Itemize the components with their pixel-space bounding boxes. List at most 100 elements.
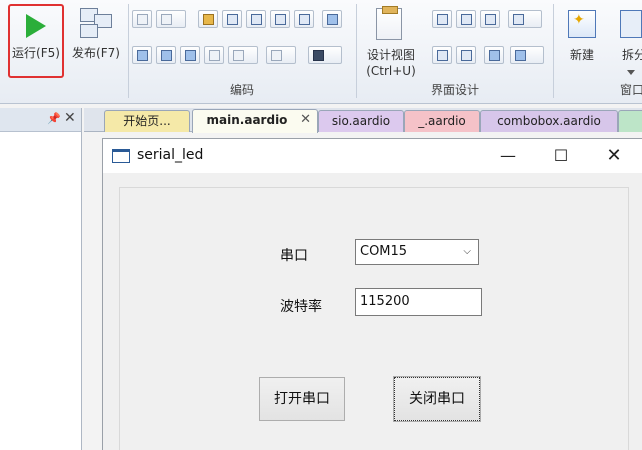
form-client-area: 串口 COM15 ⌵ 波特率 115200 打开串口 关闭串口	[119, 187, 629, 450]
port-combobox[interactable]: COM15 ⌵	[355, 239, 479, 265]
close-icon[interactable]: ✕	[64, 110, 76, 126]
window-group-label: 窗口	[620, 83, 642, 97]
tab-main-aardio[interactable]: main.aardio ✕	[192, 109, 318, 133]
outdent-button[interactable]	[270, 10, 290, 28]
undo-button[interactable]	[228, 46, 258, 64]
undo-icon	[233, 50, 244, 61]
delete-button[interactable]	[204, 46, 224, 64]
edit-group-label: 编码	[229, 83, 254, 97]
close-port-button[interactable]: 关闭串口	[393, 376, 481, 422]
open-port-button[interactable]: 打开串口	[259, 377, 345, 421]
port-label: 串口	[280, 248, 308, 264]
same-size-icon	[485, 14, 496, 25]
port-combobox-value: COM15	[360, 244, 408, 259]
tab-underscore-aardio[interactable]: _.aardio	[404, 110, 480, 132]
tab-close-icon[interactable]: ✕	[300, 110, 311, 130]
select-all-icon	[227, 14, 238, 25]
align-center-button[interactable]	[456, 10, 476, 28]
anchor-menu-button[interactable]	[510, 46, 544, 64]
close-button[interactable]: ✕	[597, 145, 631, 167]
jump-back-icon	[185, 50, 196, 61]
format-icon	[299, 14, 310, 25]
run-button-label: 运行(F5)	[12, 46, 60, 60]
jump-back-button[interactable]	[180, 46, 200, 64]
pin-anchor-icon	[515, 50, 526, 61]
rect-button[interactable]	[132, 46, 152, 64]
arrange-icon	[513, 14, 524, 25]
left-side-pane: 📌 ✕	[0, 108, 82, 450]
tab-label: sio.aardio	[331, 114, 391, 128]
group-separator	[356, 4, 357, 98]
align-left-button[interactable]	[432, 10, 452, 28]
design-view-icon	[376, 6, 402, 40]
delete-icon	[209, 50, 220, 61]
ui-design-group-label: 界面设计	[430, 83, 479, 97]
document-tab-strip: 开始页... main.aardio ✕ sio.aardio _.aardio…	[84, 108, 642, 133]
grid-button[interactable]	[456, 46, 476, 64]
new-window-button[interactable]: ✦ 新建	[558, 4, 606, 78]
window-icon	[112, 149, 130, 163]
ribbon-toolbar: 运行(F5) 发布(F7) 编码 设计视图 (Ctrl+U) 界面设计 ✦ 新建…	[0, 0, 642, 104]
tab-combobox-aardio[interactable]: combobox.aardio	[480, 110, 618, 132]
cut-button[interactable]	[132, 10, 152, 28]
chevron-down-icon	[627, 70, 635, 75]
tab-start-page[interactable]: 开始页...	[104, 110, 190, 132]
grid-icon	[461, 50, 472, 61]
publish-icon-layer-2	[80, 24, 98, 38]
form-designer-window: serial_led — ☐ ✕ 串口 COM15 ⌵ 波特率 115200 打…	[102, 138, 642, 450]
arrange-button[interactable]	[508, 10, 542, 28]
select-all-button[interactable]	[222, 10, 242, 28]
design-view-button[interactable]: 设计视图 (Ctrl+U)	[360, 4, 422, 78]
cut-icon	[137, 14, 148, 25]
format-button[interactable]	[294, 10, 314, 28]
indent-icon	[251, 14, 262, 25]
design-view-label: 设计视图	[366, 48, 415, 62]
new-window-label: 新建	[569, 48, 594, 62]
play-icon	[26, 14, 46, 38]
comment-icon	[327, 14, 338, 25]
redo-button[interactable]	[266, 46, 296, 64]
outdent-icon	[275, 14, 286, 25]
window-titlebar[interactable]: serial_led — ☐ ✕	[103, 139, 642, 173]
frame-icon	[437, 50, 448, 61]
same-size-button[interactable]	[480, 10, 500, 28]
baud-rate-input[interactable]: 115200	[355, 288, 482, 316]
binoculars-icon	[313, 50, 324, 61]
copy-button[interactable]	[156, 10, 186, 28]
publish-button[interactable]: 发布(F7)	[68, 4, 124, 78]
copy-icon	[161, 14, 172, 25]
publish-button-label: 发布(F7)	[72, 46, 120, 60]
tab-label: main.aardio	[206, 113, 288, 127]
split-icon	[620, 10, 642, 38]
group-separator	[553, 4, 554, 98]
comment-button[interactable]	[322, 10, 342, 28]
align-center-icon	[461, 14, 472, 25]
tab-label: _.aardio	[418, 114, 466, 128]
pin-icon[interactable]: 📌	[47, 112, 61, 125]
frame-button[interactable]	[432, 46, 452, 64]
paste-button[interactable]	[198, 10, 218, 28]
find-button[interactable]	[308, 46, 342, 64]
baud-rate-label: 波特率	[280, 299, 322, 315]
split-button[interactable]: 拆分	[612, 4, 642, 78]
pin-anchor-icon	[489, 50, 500, 61]
rect-icon	[137, 50, 148, 61]
redo-icon	[271, 50, 282, 61]
chevron-down-icon[interactable]: ⌵	[463, 240, 471, 264]
group-separator	[128, 4, 129, 98]
new-window-icon: ✦	[568, 10, 596, 38]
redo-jump-button[interactable]	[156, 46, 176, 64]
tab-next[interactable]	[618, 110, 642, 132]
run-button[interactable]: 运行(F5)	[8, 4, 64, 78]
window-title: serial_led	[137, 147, 204, 163]
paste-icon	[203, 14, 214, 25]
anchor-button[interactable]	[484, 46, 504, 64]
tab-sio-aardio[interactable]: sio.aardio	[318, 110, 404, 132]
minimize-button[interactable]: —	[491, 145, 525, 167]
design-view-shortcut: (Ctrl+U)	[366, 64, 416, 78]
maximize-button[interactable]: ☐	[544, 145, 578, 167]
align-left-icon	[437, 14, 448, 25]
jump-forward-icon	[161, 50, 172, 61]
indent-button[interactable]	[246, 10, 266, 28]
tab-label: 开始页...	[123, 114, 171, 128]
